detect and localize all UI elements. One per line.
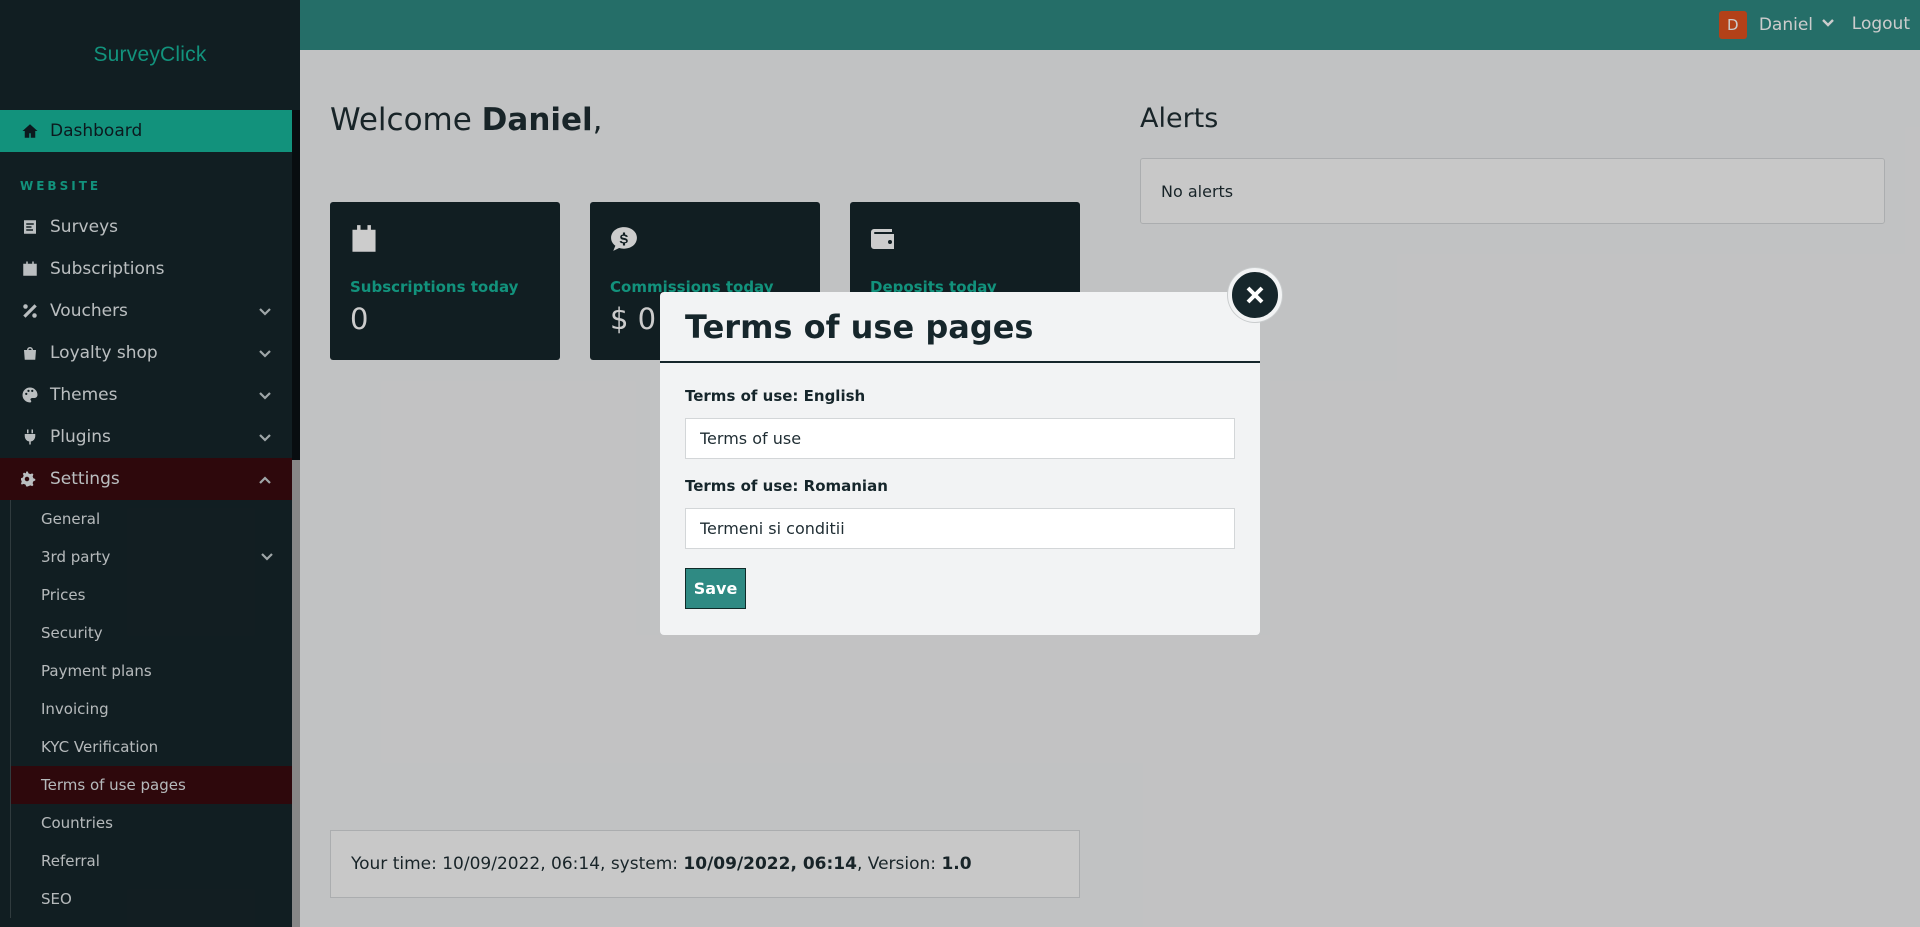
field-label-english: Terms of use: English (685, 387, 866, 405)
field-label-romanian: Terms of use: Romanian (685, 477, 888, 495)
modal-close-button[interactable] (1228, 268, 1282, 322)
modal-title: Terms of use pages (685, 307, 1034, 346)
terms-english-input[interactable] (685, 418, 1235, 459)
modal-header: Terms of use pages (660, 292, 1260, 363)
save-button[interactable]: Save (685, 568, 746, 609)
close-icon (1246, 286, 1264, 304)
terms-romanian-input[interactable] (685, 508, 1235, 549)
terms-of-use-modal: Terms of use pages Terms of use: English… (660, 292, 1260, 635)
